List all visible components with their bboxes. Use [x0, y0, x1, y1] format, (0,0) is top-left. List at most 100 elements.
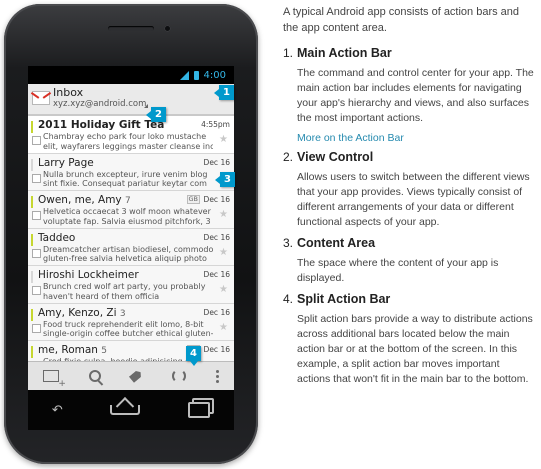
snippet-line: Dreamcatcher artisan biodiesel, commodo — [43, 244, 213, 254]
item-title: Main Action Bar — [297, 46, 392, 60]
search-icon[interactable] — [88, 370, 101, 382]
email-sender: Owen, me, Amy 7 — [38, 194, 131, 206]
snippet-line: haven't heard of them officia — [43, 291, 160, 301]
email-checkbox[interactable] — [32, 323, 41, 333]
home-icon[interactable] — [110, 405, 141, 415]
email-list: 2011 Holiday Gift Tea 4:55pm Chambray ec… — [28, 116, 234, 379]
main-action-bar[interactable]: Inbox xyz.xyz@android.com — [28, 84, 234, 116]
label-bar — [31, 121, 33, 133]
email-checkbox[interactable] — [32, 211, 41, 220]
email-row[interactable]: Hiroshi Lockheimer Dec 16 Brunch cred wo… — [28, 266, 234, 304]
label-icon[interactable] — [129, 369, 143, 383]
sender-names: me, Roman — [38, 344, 98, 356]
refresh-icon[interactable] — [172, 369, 187, 383]
callout-badge-3: 3 — [215, 172, 235, 187]
email-date: Dec 16 — [203, 270, 230, 279]
sender-names: Owen, me, Amy — [38, 194, 122, 206]
email-date: Dec 16 — [203, 232, 230, 242]
list-item: 2. View Control Allows users to switch b… — [283, 150, 535, 230]
account-name[interactable]: xyz.xyz@android.com — [53, 99, 146, 109]
star-icon[interactable]: ★ — [219, 284, 228, 295]
action-bar-title: Inbox — [53, 86, 84, 99]
label-bar — [31, 308, 33, 321]
email-snippet: Chambray echo park four loko mustache el… — [43, 132, 213, 151]
recent-apps-icon[interactable] — [188, 402, 211, 418]
split-action-bar — [28, 361, 234, 390]
email-sender: Hiroshi Lockheimer — [38, 269, 139, 281]
snippet-line: voluptate fap. Salvia eiusmod pitchfork,… — [43, 216, 211, 226]
item-body: Allows users to switch between the diffe… — [297, 171, 530, 228]
intro-text: A typical Android app consists of action… — [283, 6, 520, 34]
description-column: A typical Android app consists of action… — [283, 4, 535, 393]
email-checkbox[interactable] — [32, 248, 41, 258]
overflow-icon[interactable] — [216, 369, 220, 383]
email-sender: Amy, Kenzo, Zi 3 — [38, 307, 126, 319]
snippet-line: Chambray echo park four loko mustache — [43, 132, 207, 141]
thread-count: 7 — [124, 196, 131, 206]
label-bar — [31, 271, 33, 283]
email-snippet: Nulla brunch excepteur, irure venim blog… — [43, 170, 213, 189]
snippet-line: single-origin coffee butcher ethical glu… — [43, 329, 213, 338]
snippet-line: sint fixie. Consequat pariatur keytar co… — [43, 179, 207, 188]
status-bar: 4:00 — [28, 66, 234, 84]
email-date: Dec 16 — [203, 157, 230, 167]
email-sender: Larry Page — [38, 156, 94, 169]
list-item: 4. Split Action Bar Split action bars pr… — [283, 292, 535, 387]
email-checkbox[interactable] — [32, 286, 41, 295]
item-number: 4. — [283, 292, 294, 306]
gmail-icon[interactable] — [32, 91, 50, 105]
system-nav-bar: ↶ — [28, 390, 234, 430]
snippet-line: gluten-free salvia helvetica aliquip pho… — [43, 254, 207, 263]
email-snippet: Helvetica occaecat 3 wolf moon whatever … — [43, 207, 213, 226]
compose-icon[interactable] — [42, 370, 66, 389]
phone-screen: 4:00 Inbox xyz.xyz@android.com 2011 Holi… — [28, 66, 234, 390]
snippet-line: Helvetica occaecat 3 wolf moon whatever — [43, 207, 211, 216]
email-snippet: Brunch cred wolf art party, you probably… — [43, 282, 213, 301]
action-bar-link[interactable]: More on the Action Bar — [297, 132, 535, 144]
view-control-caret-icon[interactable] — [144, 104, 148, 108]
label-bar — [31, 158, 33, 171]
attachment-badge: GB — [186, 195, 200, 204]
star-icon[interactable]: ★ — [219, 322, 228, 333]
star-icon[interactable]: ★ — [219, 134, 228, 145]
email-snippet: Dreamcatcher artisan biodiesel, commodo … — [43, 245, 213, 264]
email-row[interactable]: Larry Page Dec 16 Nulla brunch excepteur… — [28, 153, 234, 191]
email-row[interactable]: Amy, Kenzo, Zi 3 Dec 16 Food truck repre… — [28, 303, 234, 341]
item-title: Content Area — [297, 236, 376, 250]
label-bar — [31, 196, 33, 208]
front-camera — [164, 25, 171, 32]
snippet-line: Food truck reprehenderit elit lomo, 8-bi… — [43, 319, 204, 329]
email-sender: 2011 Holiday Gift Tea — [38, 119, 165, 131]
email-row[interactable]: Owen, me, Amy 7 GB Dec 16 Helvetica occa… — [28, 191, 234, 229]
item-number: 1. — [283, 46, 294, 60]
label-bar — [31, 346, 33, 358]
email-date: 4:55pm — [201, 120, 230, 129]
item-title: Split Action Bar — [297, 292, 391, 306]
email-row[interactable]: Taddeo Dec 16 Dreamcatcher artisan biodi… — [28, 228, 234, 266]
email-sender: Taddeo — [38, 231, 76, 244]
status-time: 4:00 — [203, 69, 226, 81]
back-icon[interactable]: ↶ — [52, 403, 63, 418]
email-date: Dec 16 — [203, 345, 230, 354]
earpiece — [108, 26, 154, 31]
list-item: 3. Content Area The space where the cont… — [283, 236, 535, 286]
email-date: Dec 16 — [203, 307, 230, 317]
snippet-line: elit, wayfarers leggings master cleanse … — [43, 141, 213, 151]
email-checkbox[interactable] — [32, 173, 41, 183]
callout-badge-4: 4 — [186, 346, 201, 366]
sender-names: Amy, Kenzo, Zi — [38, 306, 117, 319]
star-icon[interactable]: ★ — [219, 247, 228, 258]
star-icon[interactable]: ★ — [219, 209, 228, 220]
email-row[interactable]: 2011 Holiday Gift Tea 4:55pm Chambray ec… — [28, 116, 234, 154]
item-title: View Control — [297, 150, 374, 164]
email-sender: me, Roman 5 — [38, 344, 107, 356]
callout-badge-1: 1 — [214, 85, 234, 100]
email-checkbox[interactable] — [32, 136, 41, 145]
item-body: Split action bars provide a way to distr… — [297, 313, 533, 385]
email-snippet: Food truck reprehenderit elit lomo, 8-bi… — [43, 320, 213, 339]
snippet-line: Brunch cred wolf art party, you probably — [43, 282, 206, 291]
item-number: 3. — [283, 236, 294, 250]
android-phone: 4:00 Inbox xyz.xyz@android.com 2011 Holi… — [4, 4, 258, 464]
label-bar — [31, 233, 33, 246]
list-item: 1. Main Action Bar The command and contr… — [283, 46, 535, 144]
